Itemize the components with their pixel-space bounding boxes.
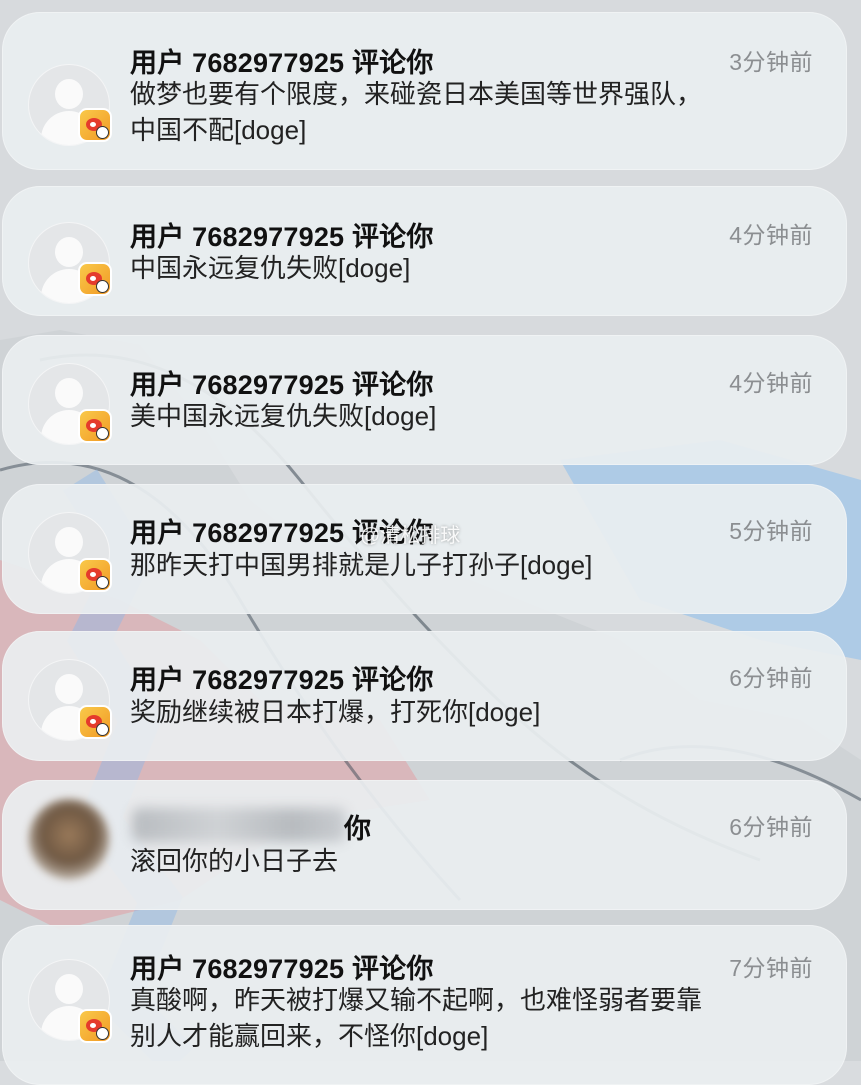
notification-message: 做梦也要有个限度，来碰瓷日本美国等世界强队， 中国不配[doge]: [130, 76, 810, 148]
notification-title: 你: [344, 814, 371, 844]
notification-card[interactable]: 用户 7682977925 评论你 4分钟前 美中国永远复仇失败[doge]: [2, 335, 847, 465]
message-line: 那昨天打中国男排就是儿子打孙子[doge]: [130, 550, 593, 580]
notification-time: 4分钟前: [729, 370, 813, 396]
notification-time: 4分钟前: [729, 222, 813, 248]
message-line: 美中国永远复仇失败[doge]: [130, 401, 437, 431]
notification-time: 6分钟前: [729, 665, 813, 691]
notification-time: 7分钟前: [729, 955, 813, 981]
weibo-app-icon: [78, 108, 112, 142]
notification-message: 滚回你的小日子去: [130, 843, 810, 879]
message-line: 滚回你的小日子去: [130, 846, 339, 876]
watermark: @清松排球: [360, 525, 461, 547]
notification-title: 用户 7682977925 评论你: [130, 370, 434, 400]
notification-title: 用户 7682977925 评论你: [130, 954, 434, 984]
message-line: 做梦也要有个限度，来碰瓷日本美国等世界强队，: [130, 79, 703, 109]
notification-card[interactable]: 用户 7682977925 评论你 4分钟前 中国永远复仇失败[doge]: [2, 186, 847, 316]
weibo-app-icon: [78, 262, 112, 296]
weibo-app-icon: [78, 705, 112, 739]
notification-title: 用户 7682977925 评论你: [130, 222, 434, 252]
weibo-app-icon: [78, 1009, 112, 1043]
message-line: 真酸啊，昨天被打爆又输不起啊，也难怪弱者要靠: [130, 985, 703, 1015]
message-line: 中国永远复仇失败[doge]: [130, 253, 411, 283]
notification-message: 那昨天打中国男排就是儿子打孙子[doge]: [130, 547, 810, 583]
notification-message: 真酸啊，昨天被打爆又输不起啊，也难怪弱者要靠 别人才能赢回来，不怪你[doge]: [130, 982, 810, 1054]
notification-time: 3分钟前: [729, 49, 813, 75]
notification-card[interactable]: 用户 7682977925 评论你 3分钟前 做梦也要有个限度，来碰瓷日本美国等…: [2, 12, 847, 170]
notification-message: 中国永远复仇失败[doge]: [130, 250, 810, 286]
message-line: 别人才能赢回来，不怪你[doge]: [130, 1021, 489, 1051]
weibo-app-icon: [78, 558, 112, 592]
notification-message: 奖励继续被日本打爆，打死你[doge]: [130, 694, 810, 730]
notification-title: 用户 7682977925 评论你: [130, 48, 434, 78]
notification-time: 6分钟前: [729, 814, 813, 840]
message-line: 中国不配[doge]: [130, 115, 307, 145]
notification-card[interactable]: 用户 7682977925 评论你 7分钟前 真酸啊，昨天被打爆又输不起啊，也难…: [2, 925, 847, 1085]
user-avatar-icon: [28, 798, 110, 880]
notification-title: 用户 7682977925 评论你: [130, 665, 434, 695]
weibo-app-icon: [78, 409, 112, 443]
notification-card[interactable]: 你 6分钟前 滚回你的小日子去: [2, 780, 847, 910]
notification-card[interactable]: 用户 7682977925 评论你 5分钟前 那昨天打中国男排就是儿子打孙子[d…: [2, 484, 847, 614]
notification-message: 美中国永远复仇失败[doge]: [130, 398, 810, 434]
redacted-username: [132, 808, 346, 842]
notification-time: 5分钟前: [729, 518, 813, 544]
message-line: 奖励继续被日本打爆，打死你[doge]: [130, 697, 541, 727]
notification-card[interactable]: 用户 7682977925 评论你 6分钟前 奖励继续被日本打爆，打死你[dog…: [2, 631, 847, 761]
